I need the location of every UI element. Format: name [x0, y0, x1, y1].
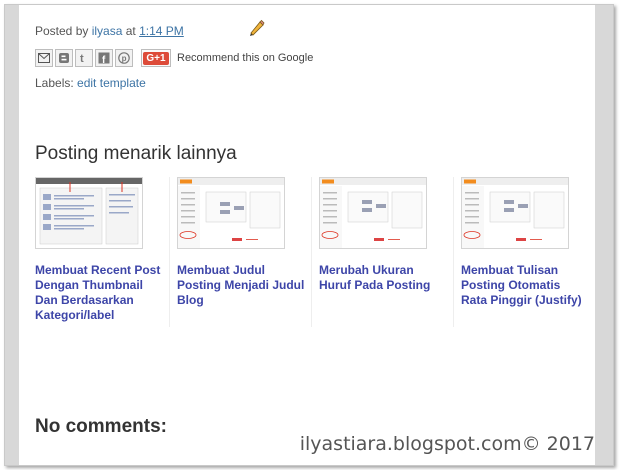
related-post-title[interactable]: Membuat Judul Posting Menjadi Judul Blog: [177, 263, 305, 308]
author-link[interactable]: ilyasa: [92, 24, 123, 38]
related-post-title[interactable]: Merubah Ukuran Huruf Pada Posting: [319, 263, 447, 293]
email-icon[interactable]: [35, 49, 53, 67]
post-byline: Posted by ilyasa at 1:14 PM: [35, 24, 184, 38]
related-post-thumbnail[interactable]: [35, 177, 143, 249]
post-footer-content: Posted by ilyasa at 1:14 PM t f p G+1 Re…: [35, 5, 595, 465]
svg-text:p: p: [122, 54, 127, 63]
post-time-link[interactable]: 1:14 PM: [139, 24, 184, 38]
related-post-thumbnail[interactable]: [177, 177, 285, 249]
related-post-card[interactable]: Membuat Recent Post Dengan Thumbnail Dan…: [35, 177, 163, 323]
related-posts: Membuat Recent Post Dengan Thumbnail Dan…: [35, 177, 587, 347]
recommend-text: Recommend this on Google: [177, 52, 314, 64]
svg-text:t: t: [80, 53, 84, 64]
pinterest-icon[interactable]: p: [115, 49, 133, 67]
card-divider: [453, 177, 454, 327]
blogger-icon[interactable]: [55, 49, 73, 67]
label-link-edit-template[interactable]: edit template: [77, 76, 146, 90]
labels-label: Labels:: [35, 76, 74, 90]
right-gutter: [595, 5, 613, 465]
google-plus-one-button[interactable]: G+1: [141, 49, 171, 67]
watermark-text: ilyastiara.blogspot.com© 2017: [299, 433, 595, 455]
facebook-icon[interactable]: f: [95, 49, 113, 67]
share-buttons: t f p G+1 Recommend this on Google: [35, 47, 313, 69]
posted-by-label: Posted by: [35, 24, 89, 38]
gplus-label: G+1: [143, 51, 169, 65]
related-post-thumbnail[interactable]: [319, 177, 427, 249]
left-gutter: [5, 5, 19, 465]
twitter-icon[interactable]: t: [75, 49, 93, 67]
related-post-card[interactable]: Membuat Tulisan Posting Otomatis Rata Pi…: [453, 177, 589, 327]
related-post-thumbnail[interactable]: [461, 177, 569, 249]
related-post-title[interactable]: Membuat Recent Post Dengan Thumbnail Dan…: [35, 263, 163, 323]
screenshot-frame: Posted by ilyasa at 1:14 PM t f p G+1 Re…: [4, 4, 614, 466]
related-post-title[interactable]: Membuat Tulisan Posting Otomatis Rata Pi…: [461, 263, 589, 308]
related-posts-heading: Posting menarik lainnya: [35, 143, 237, 164]
comments-heading: No comments:: [35, 416, 167, 437]
related-post-card[interactable]: Merubah Ukuran Huruf Pada Posting: [311, 177, 447, 327]
pencil-icon[interactable]: [247, 19, 265, 37]
card-divider: [169, 177, 170, 327]
post-labels: Labels: edit template: [35, 76, 146, 90]
at-label: at: [125, 24, 136, 38]
card-divider: [311, 177, 312, 327]
related-post-card[interactable]: Membuat Judul Posting Menjadi Judul Blog: [169, 177, 305, 327]
